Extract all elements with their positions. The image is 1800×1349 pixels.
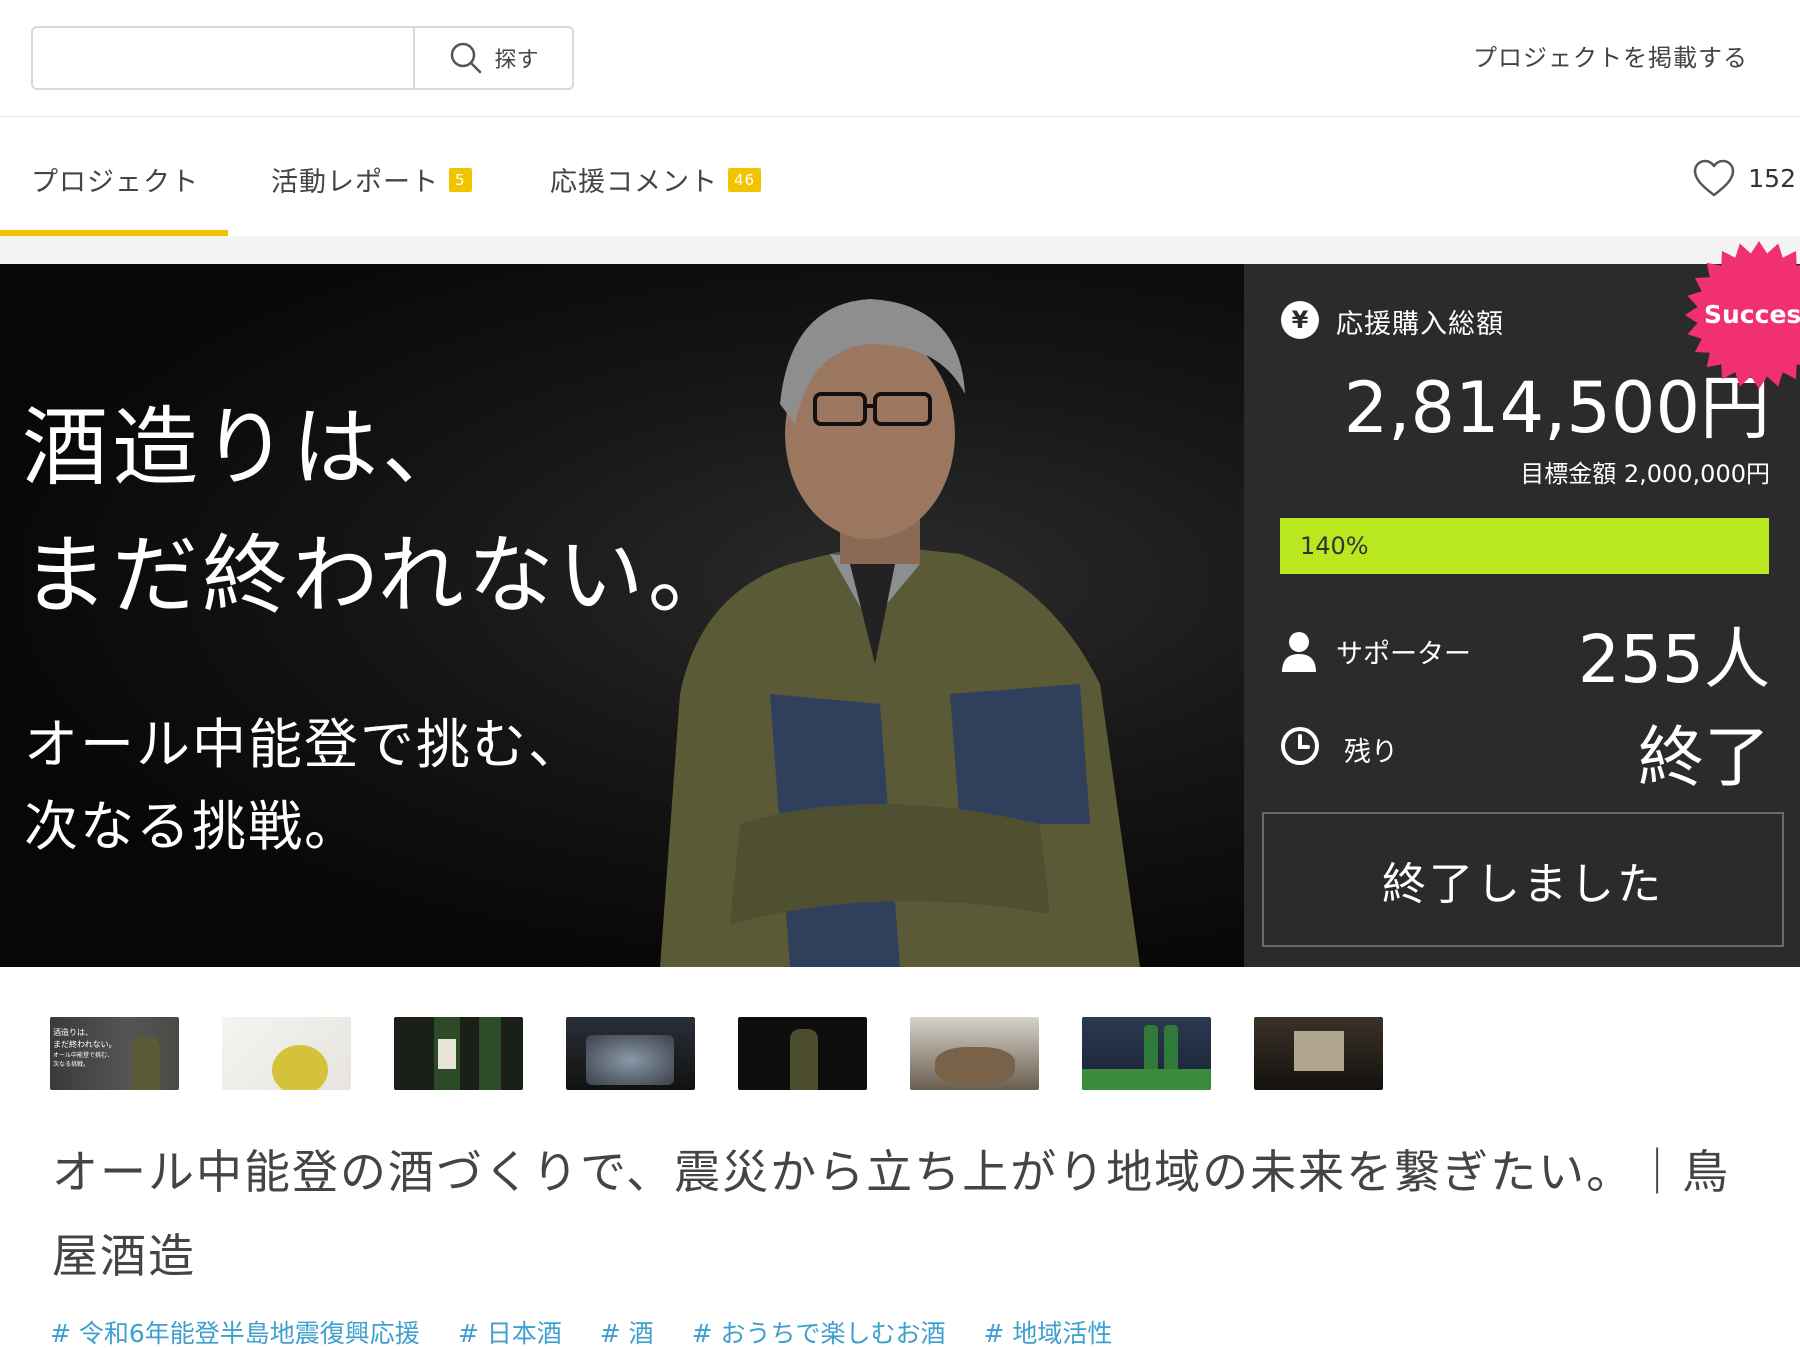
- gallery-thumbnail[interactable]: [1254, 1017, 1383, 1090]
- favorite-count: 152: [1748, 163, 1796, 193]
- progress-bar: 140%: [1280, 518, 1769, 574]
- remaining-label: 残り: [1344, 737, 1398, 768]
- clock-icon: [1281, 727, 1319, 765]
- success-badge-label: Success: [1704, 300, 1800, 329]
- tab-project[interactable]: プロジェクト: [31, 160, 199, 199]
- gallery-thumbnail[interactable]: [566, 1017, 695, 1090]
- total-label: 応援購入総額: [1336, 309, 1504, 340]
- hero-subheadline-line2: 次なる挑戦。: [24, 795, 360, 858]
- goal-amount: 目標金額 2,000,000円: [1520, 460, 1770, 488]
- svg-text:¥: ¥: [1292, 306, 1309, 334]
- tag-link[interactable]: # 日本酒: [458, 1314, 562, 1349]
- thumbnail-figure: [272, 1045, 328, 1090]
- hero-subheadline: オール中能登で挑む、 次なる挑戦。: [24, 704, 584, 868]
- tab-support-comments-label: 応援コメント: [550, 167, 718, 198]
- gallery-thumbnail[interactable]: [738, 1017, 867, 1090]
- hero-headline-line1: 酒造りは、: [22, 398, 472, 498]
- remaining-value: 終了: [1638, 719, 1770, 796]
- thumbnail-caption-line: 次なる挑戦。: [53, 1061, 90, 1068]
- tab-project-label: プロジェクト: [31, 167, 199, 198]
- search-box: 探す: [31, 26, 574, 90]
- gallery-thumbnails: 酒造りは、 まだ終われない。 オール中能登で挑む、 次なる挑戦。: [50, 1017, 1383, 1090]
- support-comments-count-badge: 46: [728, 167, 762, 192]
- gallery-thumbnail[interactable]: [1082, 1017, 1211, 1090]
- heart-icon: [1694, 159, 1735, 197]
- hero-subheadline-line1: オール中能登で挑む、: [24, 713, 584, 776]
- tab-activity-report[interactable]: 活動レポート 5: [271, 160, 472, 199]
- search-input[interactable]: [33, 28, 413, 88]
- thumbnail-figure: [132, 1037, 160, 1090]
- success-badge: Success: [1685, 241, 1800, 389]
- hero-headline-line2: まだ終われない。: [22, 526, 738, 626]
- supporters-count: 255人: [1578, 621, 1770, 698]
- search-icon: [451, 42, 482, 74]
- person-icon: [1282, 632, 1316, 672]
- tab-activity-report-label: 活動レポート: [271, 167, 439, 198]
- thumbnail-caption-line: 酒造りは、: [53, 1028, 93, 1037]
- gallery-thumbnail[interactable]: [222, 1017, 351, 1090]
- activity-report-count-badge: 5: [449, 167, 472, 192]
- favorite-button[interactable]: 152: [1692, 158, 1796, 198]
- gallery-thumbnail[interactable]: 酒造りは、 まだ終われない。 オール中能登で挑む、 次なる挑戦。: [50, 1017, 179, 1090]
- site-header: 探す プロジェクトを掲載する: [0, 0, 1800, 117]
- thumbnail-figure: [438, 1039, 456, 1069]
- section-divider: [0, 236, 1800, 264]
- tab-support-comments[interactable]: 応援コメント 46: [550, 160, 762, 199]
- search-button-label: 探す: [494, 48, 539, 73]
- tag-link[interactable]: # 令和6年能登半島地震復興応援: [50, 1314, 420, 1349]
- hero-image: 酒造りは、 まだ終われない。 オール中能登で挑む、 次なる挑戦。: [0, 264, 1244, 967]
- hero-headline: 酒造りは、 まだ終われない。: [22, 384, 738, 640]
- tag-link[interactable]: # 地域活性: [984, 1314, 1113, 1349]
- thumbnail-caption-line: まだ終われない。: [53, 1040, 117, 1049]
- thumbnail-caption: 酒造りは、 まだ終われない。 オール中能登で挑む、 次なる挑戦。: [53, 1027, 117, 1069]
- thumbnail-figure: [586, 1035, 674, 1085]
- progress-percent: 140%: [1300, 532, 1369, 560]
- tag-list: # 令和6年能登半島地震復興応援 # 日本酒 # 酒 # おうちで楽しむお酒 #…: [50, 1314, 1112, 1349]
- post-project-link[interactable]: プロジェクトを掲載する: [1473, 38, 1748, 73]
- thumbnail-figure: [790, 1029, 818, 1090]
- thumbnail-figure: [1082, 1069, 1211, 1090]
- thumbnail-figure: [935, 1047, 1015, 1085]
- gallery-thumbnail[interactable]: [394, 1017, 523, 1090]
- tab-bar: プロジェクト 活動レポート 5 応援コメント 46 152: [0, 118, 1800, 236]
- thumbnail-figure: [1294, 1031, 1344, 1071]
- search-button[interactable]: 探す: [413, 28, 572, 88]
- tag-link[interactable]: # おうちで楽しむお酒: [692, 1314, 946, 1349]
- project-title: オール中能登の酒づくりで、震災から立ち上がり地域の未来を繋ぎたい。｜鳥屋酒造: [52, 1145, 1731, 1283]
- gallery-thumbnail[interactable]: [910, 1017, 1039, 1090]
- thumbnail-caption-line: オール中能登で挑む、: [53, 1052, 114, 1059]
- supporters-label: サポーター: [1336, 639, 1471, 670]
- thumbnail-figure: [479, 1017, 501, 1090]
- yen-icon: ¥: [1281, 301, 1319, 339]
- ended-button[interactable]: 終了しました: [1262, 812, 1784, 947]
- tag-link[interactable]: # 酒: [600, 1314, 654, 1349]
